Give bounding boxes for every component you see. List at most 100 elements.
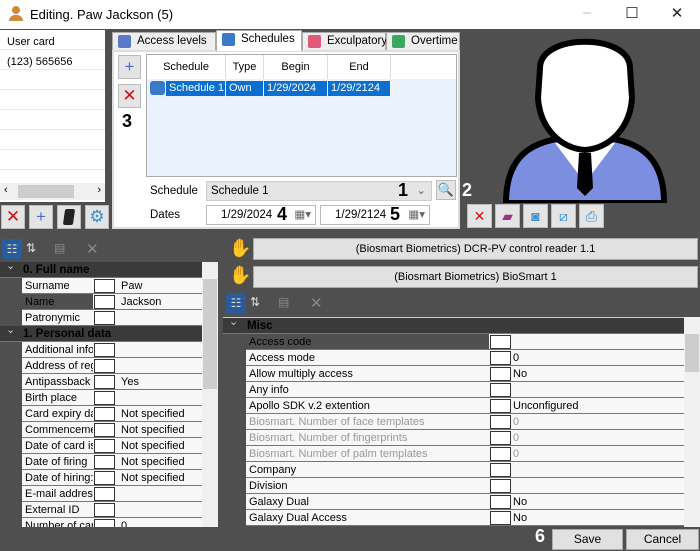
minimize-button[interactable]: –: [572, 4, 602, 24]
property-row[interactable]: Date of firing Not specified: [0, 454, 202, 470]
close-button[interactable]: ✕: [662, 4, 692, 24]
property-row[interactable]: Number of car 0: [0, 518, 202, 527]
property-value[interactable]: 0: [489, 414, 684, 430]
tab-access-levels[interactable]: Access levels: [112, 32, 216, 51]
property-value[interactable]: [489, 334, 684, 350]
device-button[interactable]: (Biosmart Biometrics) BioSmart 1: [253, 266, 698, 288]
property-row[interactable]: E-mail address: [0, 486, 202, 502]
property-value[interactable]: Unconfigured: [489, 398, 684, 414]
property-value[interactable]: No: [489, 366, 684, 382]
search-button[interactable]: 🔍: [436, 180, 456, 200]
maximize-button[interactable]: ☐: [617, 4, 647, 24]
property-row[interactable]: Card expiry da Not specified: [0, 406, 202, 422]
property-row[interactable]: Any info: [223, 382, 684, 398]
column-header[interactable]: Begin: [264, 55, 328, 79]
schedules-table[interactable]: Schedule Type Begin End Schedule 1 Own 1…: [146, 54, 457, 177]
category-row[interactable]: ⌄ 0. Full name: [0, 262, 202, 278]
property-row[interactable]: Biosmart. Number of fingerprints 0: [223, 430, 684, 446]
scanner-icon[interactable]: ⎙: [579, 204, 604, 228]
image-icon[interactable]: ▰: [495, 204, 520, 228]
categorized-icon[interactable]: ☷: [2, 239, 22, 259]
property-value[interactable]: [489, 462, 684, 478]
category-row[interactable]: ⌄ Misc: [223, 318, 684, 334]
calendar-icon: ▦▾: [294, 209, 311, 221]
callout-3: 3: [122, 111, 133, 131]
property-row[interactable]: Biosmart. Number of face templates 0: [223, 414, 684, 430]
gear-icon[interactable]: ⚙: [85, 205, 109, 229]
add-card-button[interactable]: +: [29, 205, 53, 229]
property-row[interactable]: Biosmart. Number of palm templates 0: [223, 446, 684, 462]
clear-icon[interactable]: ✕: [310, 294, 323, 312]
chevron-down-icon[interactable]: ⌄: [6, 323, 15, 336]
color-swatch: [490, 351, 511, 365]
property-value[interactable]: [489, 382, 684, 398]
property-row[interactable]: Apollo SDK v.2 extention Unconfigured: [223, 398, 684, 414]
color-swatch: [94, 455, 115, 469]
sort-alpha-icon[interactable]: ⇅: [26, 241, 36, 255]
property-value[interactable]: 0: [489, 430, 684, 446]
clear-icon[interactable]: ✕: [86, 240, 99, 258]
property-row[interactable]: External ID: [0, 502, 202, 518]
property-row[interactable]: Birth place: [0, 390, 202, 406]
tab-overtime[interactable]: Overtime: [386, 32, 460, 51]
column-header[interactable]: Type: [226, 55, 264, 79]
card-reader-icon[interactable]: [57, 205, 81, 229]
property-row[interactable]: Access mode 0: [223, 350, 684, 366]
property-value[interactable]: No: [489, 510, 684, 526]
vertical-scrollbar[interactable]: [684, 317, 700, 527]
category-row[interactable]: ⌄ 1. Personal data: [0, 323, 202, 342]
color-swatch: [94, 487, 115, 501]
delete-schedule-button[interactable]: ✕: [118, 84, 141, 108]
property-row[interactable]: Antipassback Yes: [0, 374, 202, 390]
property-row[interactable]: Galaxy Dual No: [223, 494, 684, 510]
device-property-grid[interactable]: ⌄ Misc Access code Access mode 0 Allow multip…: [223, 317, 684, 527]
camera-icon[interactable]: ◙: [523, 204, 548, 228]
device-button[interactable]: (Biosmart Biometrics) DCR-PV control rea…: [253, 238, 698, 260]
property-row[interactable]: Address of reg: [0, 358, 202, 374]
property-row[interactable]: Commenceme Not specified: [0, 422, 202, 438]
delete-card-button[interactable]: ✕: [1, 205, 25, 229]
property-label: Apollo SDK v.2 extention: [246, 398, 489, 414]
list-item[interactable]: (123) 565656: [0, 50, 105, 70]
property-row[interactable]: Date of hiring: Not specified: [0, 470, 202, 486]
property-value[interactable]: 0: [489, 446, 684, 462]
property-row[interactable]: Access code: [223, 334, 684, 350]
personal-property-grid[interactable]: ⌄ 0. Full name Surname Paw Name Jackson Patron…: [0, 262, 202, 527]
property-row[interactable]: Galaxy Dual Access No: [223, 510, 684, 526]
column-header[interactable]: Schedule: [147, 55, 226, 79]
property-value[interactable]: [489, 478, 684, 494]
property-pages-icon[interactable]: ▤: [54, 241, 65, 255]
property-value[interactable]: No: [489, 494, 684, 510]
property-row[interactable]: Name Jackson: [0, 294, 202, 310]
property-row[interactable]: Division: [223, 478, 684, 494]
property-row[interactable]: Allow multiply access No: [223, 366, 684, 382]
horizontal-scrollbar[interactable]: ‹ ›: [0, 183, 105, 200]
property-row[interactable]: Surname Paw: [0, 278, 202, 294]
tab-schedules[interactable]: Schedules: [216, 30, 302, 51]
begin-date-picker[interactable]: 1/29/2024 ▦▾: [206, 205, 316, 225]
list-item[interactable]: User card: [0, 30, 105, 50]
sort-alpha-icon[interactable]: ⇅: [250, 295, 260, 309]
property-row[interactable]: Date of card is Not specified: [0, 438, 202, 454]
cancel-button[interactable]: Cancel: [626, 529, 699, 550]
property-label: Number of car: [22, 518, 93, 527]
save-button[interactable]: Save: [552, 529, 623, 550]
vertical-scrollbar[interactable]: [202, 262, 218, 527]
crop-icon[interactable]: ⧄: [551, 204, 576, 228]
property-label: Biosmart. Number of palm templates: [246, 446, 489, 462]
color-swatch: [490, 463, 511, 477]
column-header[interactable]: End: [328, 55, 391, 79]
chevron-down-icon[interactable]: ⌄: [229, 318, 238, 328]
end-date-picker[interactable]: 1/29/2124 ▦▾: [320, 205, 430, 225]
property-row[interactable]: Patronymic: [0, 310, 202, 326]
chevron-down-icon[interactable]: ⌄: [6, 262, 15, 272]
delete-photo-button[interactable]: ✕: [467, 204, 492, 228]
tab-exculpatory[interactable]: Exculpatory: [302, 32, 387, 51]
property-value[interactable]: 0: [489, 350, 684, 366]
property-row[interactable]: Company: [223, 462, 684, 478]
property-pages-icon[interactable]: ▤: [278, 295, 289, 309]
categorized-icon[interactable]: ☷: [226, 293, 246, 313]
card-list[interactable]: User card (123) 565656: [0, 30, 105, 202]
property-row[interactable]: Additional info: [0, 342, 202, 358]
add-schedule-button[interactable]: +: [118, 55, 141, 79]
